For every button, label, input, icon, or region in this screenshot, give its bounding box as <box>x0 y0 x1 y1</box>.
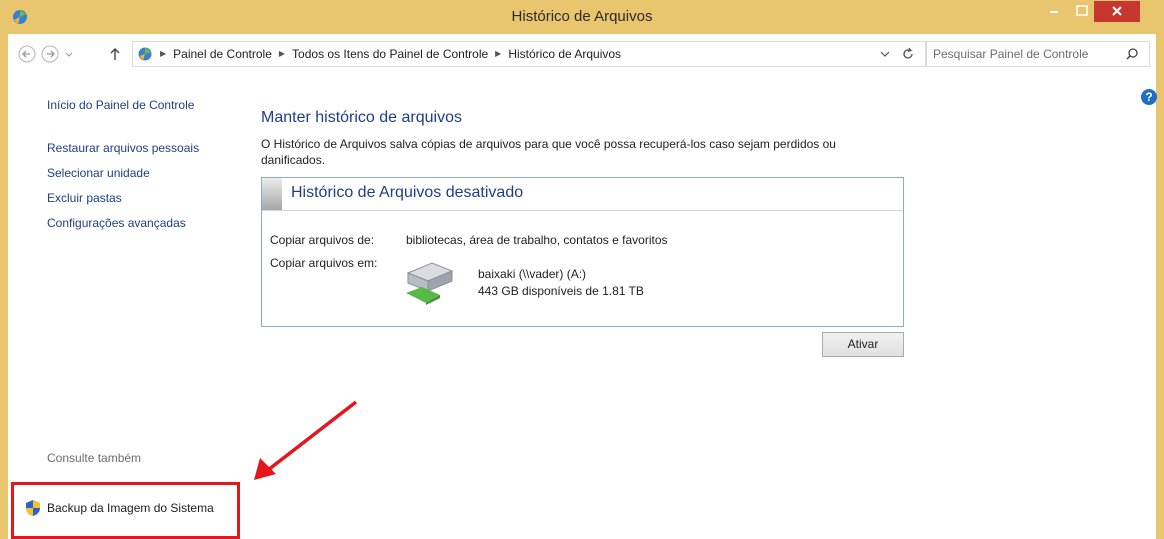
search-input[interactable]: Pesquisar Painel de Controle <box>926 41 1150 67</box>
external-drive-icon <box>406 262 454 305</box>
sidebar-item-exclude-folders[interactable]: Excluir pastas <box>47 191 199 216</box>
maximize-button[interactable] <box>1070 2 1094 23</box>
window-content: ▶ Painel de Controle ▶ Todos os Itens do… <box>8 34 1157 539</box>
annotation-arrow-icon <box>254 400 358 480</box>
drive-name: baixaki (\\vader) (A:) <box>478 267 587 281</box>
minimize-icon <box>1050 11 1058 13</box>
status-panel: Histórico de Arquivos desativado Copiar … <box>261 177 904 327</box>
uac-shield-icon <box>26 500 40 516</box>
search-placeholder: Pesquisar Painel de Controle <box>933 47 1089 61</box>
breadcrumb-item[interactable]: Histórico de Arquivos <box>508 42 621 66</box>
page-description: O Histórico de Arquivos salva cópias de … <box>261 137 836 167</box>
sidebar-item-restore-files[interactable]: Restaurar arquivos pessoais <box>47 141 199 166</box>
copy-from-value: bibliotecas, área de trabalho, contatos … <box>406 233 668 247</box>
sidebar-links: Restaurar arquivos pessoais Selecionar u… <box>47 141 199 241</box>
drive-free-space: 443 GB disponíveis de 1.81 TB <box>478 284 644 298</box>
minimize-button[interactable] <box>1042 2 1066 23</box>
close-button[interactable] <box>1094 1 1140 22</box>
back-icon[interactable] <box>18 45 36 63</box>
close-icon <box>1112 6 1122 16</box>
breadcrumb-item[interactable]: Todos os Itens do Painel de Controle <box>292 42 488 66</box>
search-icon[interactable] <box>1125 47 1139 61</box>
copy-to-label: Copiar arquivos em: <box>270 256 378 270</box>
recent-locations-chevron-icon[interactable] <box>63 45 75 63</box>
maximize-icon <box>1076 5 1088 16</box>
help-icon[interactable]: ? <box>1141 89 1157 105</box>
see-also-heading: Consulte também <box>47 451 142 465</box>
page-title: Manter histórico de arquivos <box>261 109 462 126</box>
sidebar-item-select-drive[interactable]: Selecionar unidade <box>47 166 199 191</box>
sidebar: Início do Painel de Controle <box>47 98 194 112</box>
breadcrumb-item[interactable]: Painel de Controle <box>173 42 272 66</box>
status-panel-header: Histórico de Arquivos desativado <box>262 178 903 211</box>
forward-icon[interactable] <box>41 45 59 63</box>
sidebar-item-control-panel-home[interactable]: Início do Painel de Controle <box>47 98 194 112</box>
breadcrumb-separator-icon: ▶ <box>160 49 167 58</box>
window: Histórico de Arquivos ▶ Painel de Contro… <box>0 0 1164 539</box>
breadcrumb: ▶ Painel de Controle ▶ Todos os Itens do… <box>133 42 621 66</box>
status-panel-title: Histórico de Arquivos desativado <box>291 184 524 201</box>
status-indicator-bar <box>262 178 282 210</box>
up-arrow-icon[interactable] <box>108 45 122 63</box>
copy-from-label: Copiar arquivos de: <box>270 233 375 247</box>
window-title: Histórico de Arquivos <box>511 8 653 25</box>
activate-button[interactable]: Ativar <box>822 332 904 357</box>
breadcrumb-separator-icon: ▶ <box>495 49 502 58</box>
system-image-backup-link[interactable]: Backup da Imagem do Sistema <box>47 501 214 515</box>
refresh-icon[interactable] <box>901 47 915 61</box>
sidebar-item-advanced-settings[interactable]: Configurações avançadas <box>47 216 199 241</box>
breadcrumb-separator-icon: ▶ <box>278 49 286 58</box>
address-dropdown-chevron-icon[interactable] <box>879 48 891 60</box>
navigation-bar: ▶ Painel de Controle ▶ Todos os Itens do… <box>8 34 1156 74</box>
address-bar[interactable]: ▶ Painel de Controle ▶ Todos os Itens do… <box>132 41 926 67</box>
control-panel-icon <box>138 47 152 61</box>
title-bar: Histórico de Arquivos <box>0 0 1164 34</box>
